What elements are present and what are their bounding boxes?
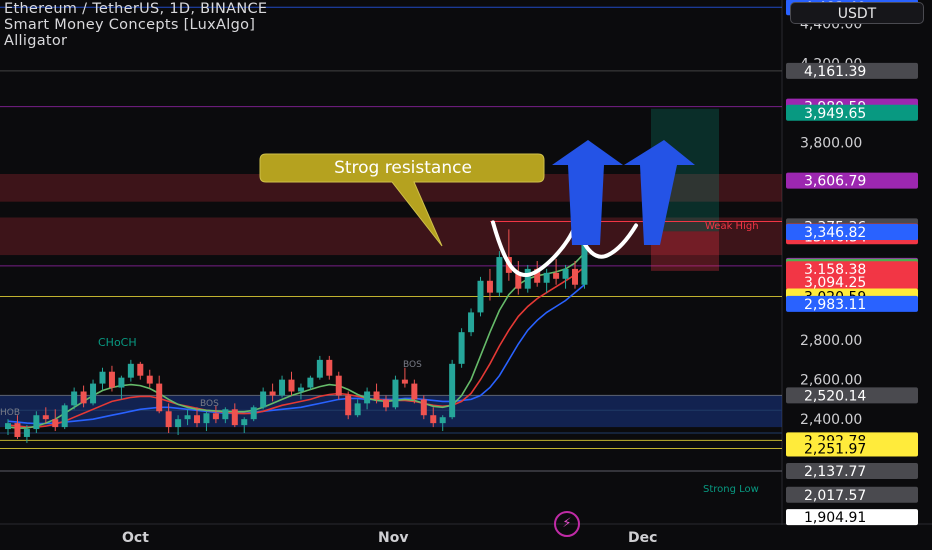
candle-body: [52, 419, 59, 428]
chart-header: Ethereum / TetherUS, 1D, BINANCE Smart M…: [4, 1, 267, 49]
candle-body: [194, 415, 200, 424]
bos-label-2: BOS: [403, 360, 422, 370]
candle-body: [335, 375, 342, 396]
y-tick-label: 3,800.00: [800, 135, 862, 151]
symbol-title[interactable]: Ethereum / TetherUS, 1D, BINANCE: [4, 1, 267, 17]
candle-body: [364, 391, 371, 404]
candle-body: [383, 399, 389, 408]
candle-body: [212, 413, 219, 420]
candle-body: [316, 359, 323, 378]
bos-label-1: BOS: [200, 399, 219, 409]
candle-body: [137, 363, 144, 376]
candle-body: [392, 379, 399, 408]
candle-body: [184, 415, 191, 420]
x-tick-dec: Dec: [628, 530, 658, 546]
candle-body: [401, 379, 408, 384]
y-tick-label: 2,600.00: [800, 373, 862, 389]
price-chart[interactable]: CHoCHBOSBOSWeak HighStrong LowHOB4,400.0…: [0, 0, 932, 550]
candle-body: [5, 423, 11, 430]
x-tick-nov: Nov: [378, 530, 409, 546]
candle-body: [156, 383, 163, 412]
y-tick-label: 2,800.00: [800, 333, 862, 349]
candle-body: [175, 419, 182, 428]
candle-body: [411, 383, 418, 400]
candle-body: [373, 391, 380, 400]
price-tag-label: 2,017.57: [804, 488, 866, 504]
candle-body: [326, 359, 333, 376]
candle-body: [439, 417, 446, 424]
indicator-alligator-label[interactable]: Alligator: [4, 33, 267, 49]
price-tag-label: 3,949.65: [804, 106, 866, 122]
price-tag-label: 2,983.11: [804, 297, 866, 313]
candle-body: [288, 379, 295, 392]
candle-body: [203, 413, 210, 424]
candle-body: [250, 407, 257, 420]
indicator-smc-label[interactable]: Smart Money Concepts [LuxAlgo]: [4, 17, 267, 33]
candle-body: [90, 383, 97, 404]
price-tag-label: 2,137.77: [804, 464, 866, 480]
candle-body: [241, 419, 248, 426]
candle-body: [468, 312, 475, 333]
chart-window: CHoCH BOS BOS Weak High Strong Low HOB 4,400.0…: [0, 0, 932, 550]
price-tag-label: 2,251.97: [804, 441, 866, 457]
candle-body: [449, 363, 456, 418]
callout-text: Strog resistance: [334, 158, 472, 178]
candle-body: [553, 272, 560, 279]
candle-body: [279, 379, 286, 396]
weak-high-label: Weak High: [705, 221, 759, 232]
left-edge-label: HOB: [0, 408, 20, 418]
candle-body: [80, 391, 87, 404]
candle-body: [345, 395, 352, 416]
strong-low-label: Strong Low: [703, 484, 759, 495]
price-tag-label: 3,346.82: [804, 225, 866, 241]
candle-body: [71, 391, 78, 406]
candle-body: [307, 377, 314, 388]
price-tag-label: 1,904.91: [804, 510, 866, 526]
lightning-icon[interactable]: ⚡: [554, 511, 580, 537]
candle-body: [486, 280, 493, 293]
candle-body: [231, 409, 238, 426]
candle-body: [23, 429, 30, 437]
candle-body: [118, 377, 125, 388]
candle-body: [269, 391, 276, 396]
candle-body: [165, 411, 172, 428]
candle-body: [42, 415, 49, 420]
candle-body: [33, 415, 40, 430]
candle-body: [458, 332, 465, 364]
candle-body: [496, 257, 503, 293]
candle-body: [222, 409, 229, 420]
candle-body: [524, 268, 531, 289]
candle-body: [543, 272, 550, 283]
candle-body: [260, 391, 267, 408]
candle-body: [99, 371, 106, 384]
price-tag-label: 4,161.39: [804, 64, 866, 80]
candle-body: [477, 280, 484, 313]
candle-body: [297, 387, 304, 392]
candle-body: [354, 403, 361, 416]
candle-body: [146, 375, 153, 384]
candle-body: [108, 371, 115, 388]
y-tick-label: 2,400.00: [800, 412, 862, 428]
price-tag-label: 3,606.79: [804, 174, 866, 190]
price-tag-label: 2,520.14: [804, 388, 866, 404]
candle-body: [420, 399, 427, 416]
currency-button[interactable]: USDT: [790, 2, 924, 24]
candle-body: [562, 268, 569, 279]
candle-body: [14, 423, 21, 437]
choch-label: CHoCH: [98, 336, 137, 349]
x-tick-oct: Oct: [122, 530, 149, 546]
candle-body: [430, 415, 437, 424]
candle-body: [127, 363, 134, 378]
candle-body: [61, 405, 68, 428]
candle-body: [572, 268, 578, 285]
